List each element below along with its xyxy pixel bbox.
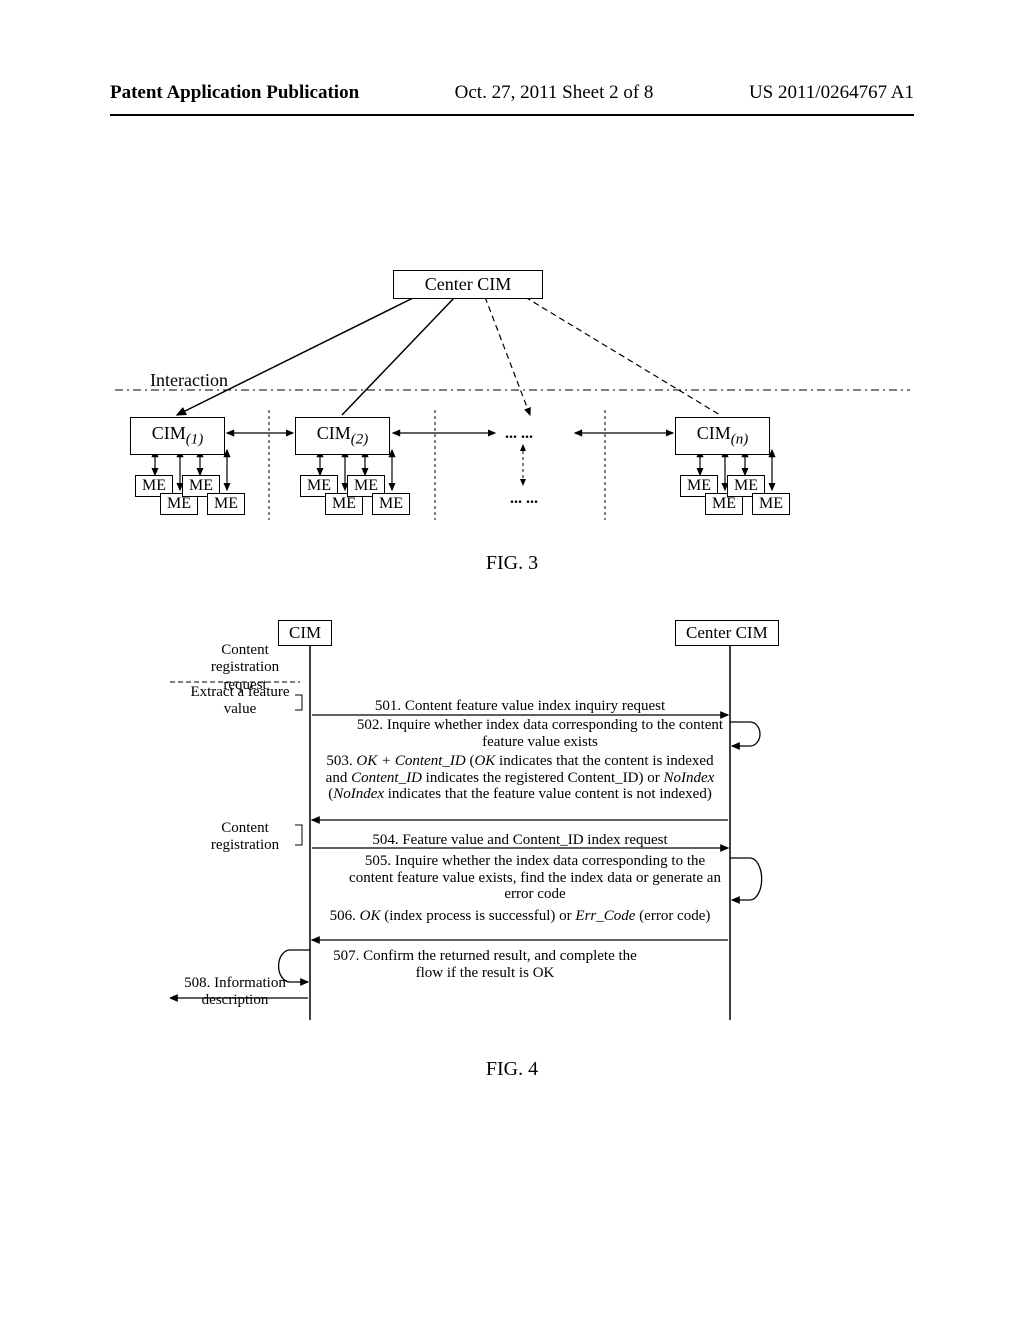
figure-4: CIM Center CIM Content registration requ… xyxy=(170,620,870,1040)
step-507-text: 507. Confirm the returned result, and co… xyxy=(320,948,650,981)
t: indicates that the feature value content… xyxy=(384,786,712,802)
cim-n-label: CIM xyxy=(697,423,731,443)
t: NoIndex xyxy=(664,770,715,786)
step-501-text: 501. Content feature value index inquiry… xyxy=(320,698,720,715)
t: OK + Content_ID xyxy=(356,753,465,769)
cim-2-sub: (2) xyxy=(351,432,369,448)
cim-2-label: CIM xyxy=(317,423,351,443)
step-504-text: 504. Feature value and Content_ID index … xyxy=(320,832,720,849)
t: 506. xyxy=(330,908,360,924)
step-505-text: 505. Inquire whether the index data corr… xyxy=(345,853,725,903)
t: Content_ID xyxy=(351,770,422,786)
cim-n-sub: (n) xyxy=(731,432,749,448)
cim-1-label: CIM xyxy=(152,423,186,443)
figure-3-caption: FIG. 3 xyxy=(0,552,1024,575)
me-box: ME xyxy=(372,493,410,515)
t: OK xyxy=(360,908,381,924)
header-date-sheet: Oct. 27, 2011 Sheet 2 of 8 xyxy=(455,82,654,104)
cim-2-box: CIM(2) xyxy=(295,417,390,455)
t: (error code) xyxy=(635,908,710,924)
content-registration-label: Content registration xyxy=(195,820,295,855)
step-503-text: 503. OK + Content_ID (OK indicates that … xyxy=(315,753,725,803)
header-publication: Patent Application Publication xyxy=(110,82,359,104)
cim-1-box: CIM(1) xyxy=(130,417,225,455)
center-cim-lifeline-header: Center CIM xyxy=(675,620,779,646)
t: NoIndex xyxy=(333,786,384,802)
step-506-text: 506. OK (index process is successful) or… xyxy=(320,908,720,925)
cim-n-box: CIM(n) xyxy=(675,417,770,455)
ellipsis-me: ... ... xyxy=(510,490,538,508)
header-patent-number: US 2011/0264767 A1 xyxy=(749,82,914,104)
me-box: ME xyxy=(752,493,790,515)
cim-1-sub: (1) xyxy=(186,432,204,448)
t: (index process is successful) or xyxy=(380,908,575,924)
step-502-text: 502. Inquire whether index data correspo… xyxy=(355,717,725,750)
figure-4-caption: FIG. 4 xyxy=(0,1058,1024,1081)
center-cim-box: Center CIM xyxy=(393,270,543,299)
me-box: ME xyxy=(207,493,245,515)
extract-feature-value-label: Extract a feature value xyxy=(190,684,290,719)
t: Err_Code xyxy=(575,908,635,924)
header-divider xyxy=(110,114,914,116)
t: indicates the registered Content_ID) or xyxy=(422,770,664,786)
figure-3: Center CIM Interaction CIM(1) CIM(2) CIM… xyxy=(115,255,910,555)
interaction-label: Interaction xyxy=(150,370,228,391)
ellipsis-cim: ... ... xyxy=(505,425,533,443)
information-description-label: 508. Information description xyxy=(170,975,300,1010)
t: 503. xyxy=(326,753,356,769)
t: OK xyxy=(474,753,495,769)
